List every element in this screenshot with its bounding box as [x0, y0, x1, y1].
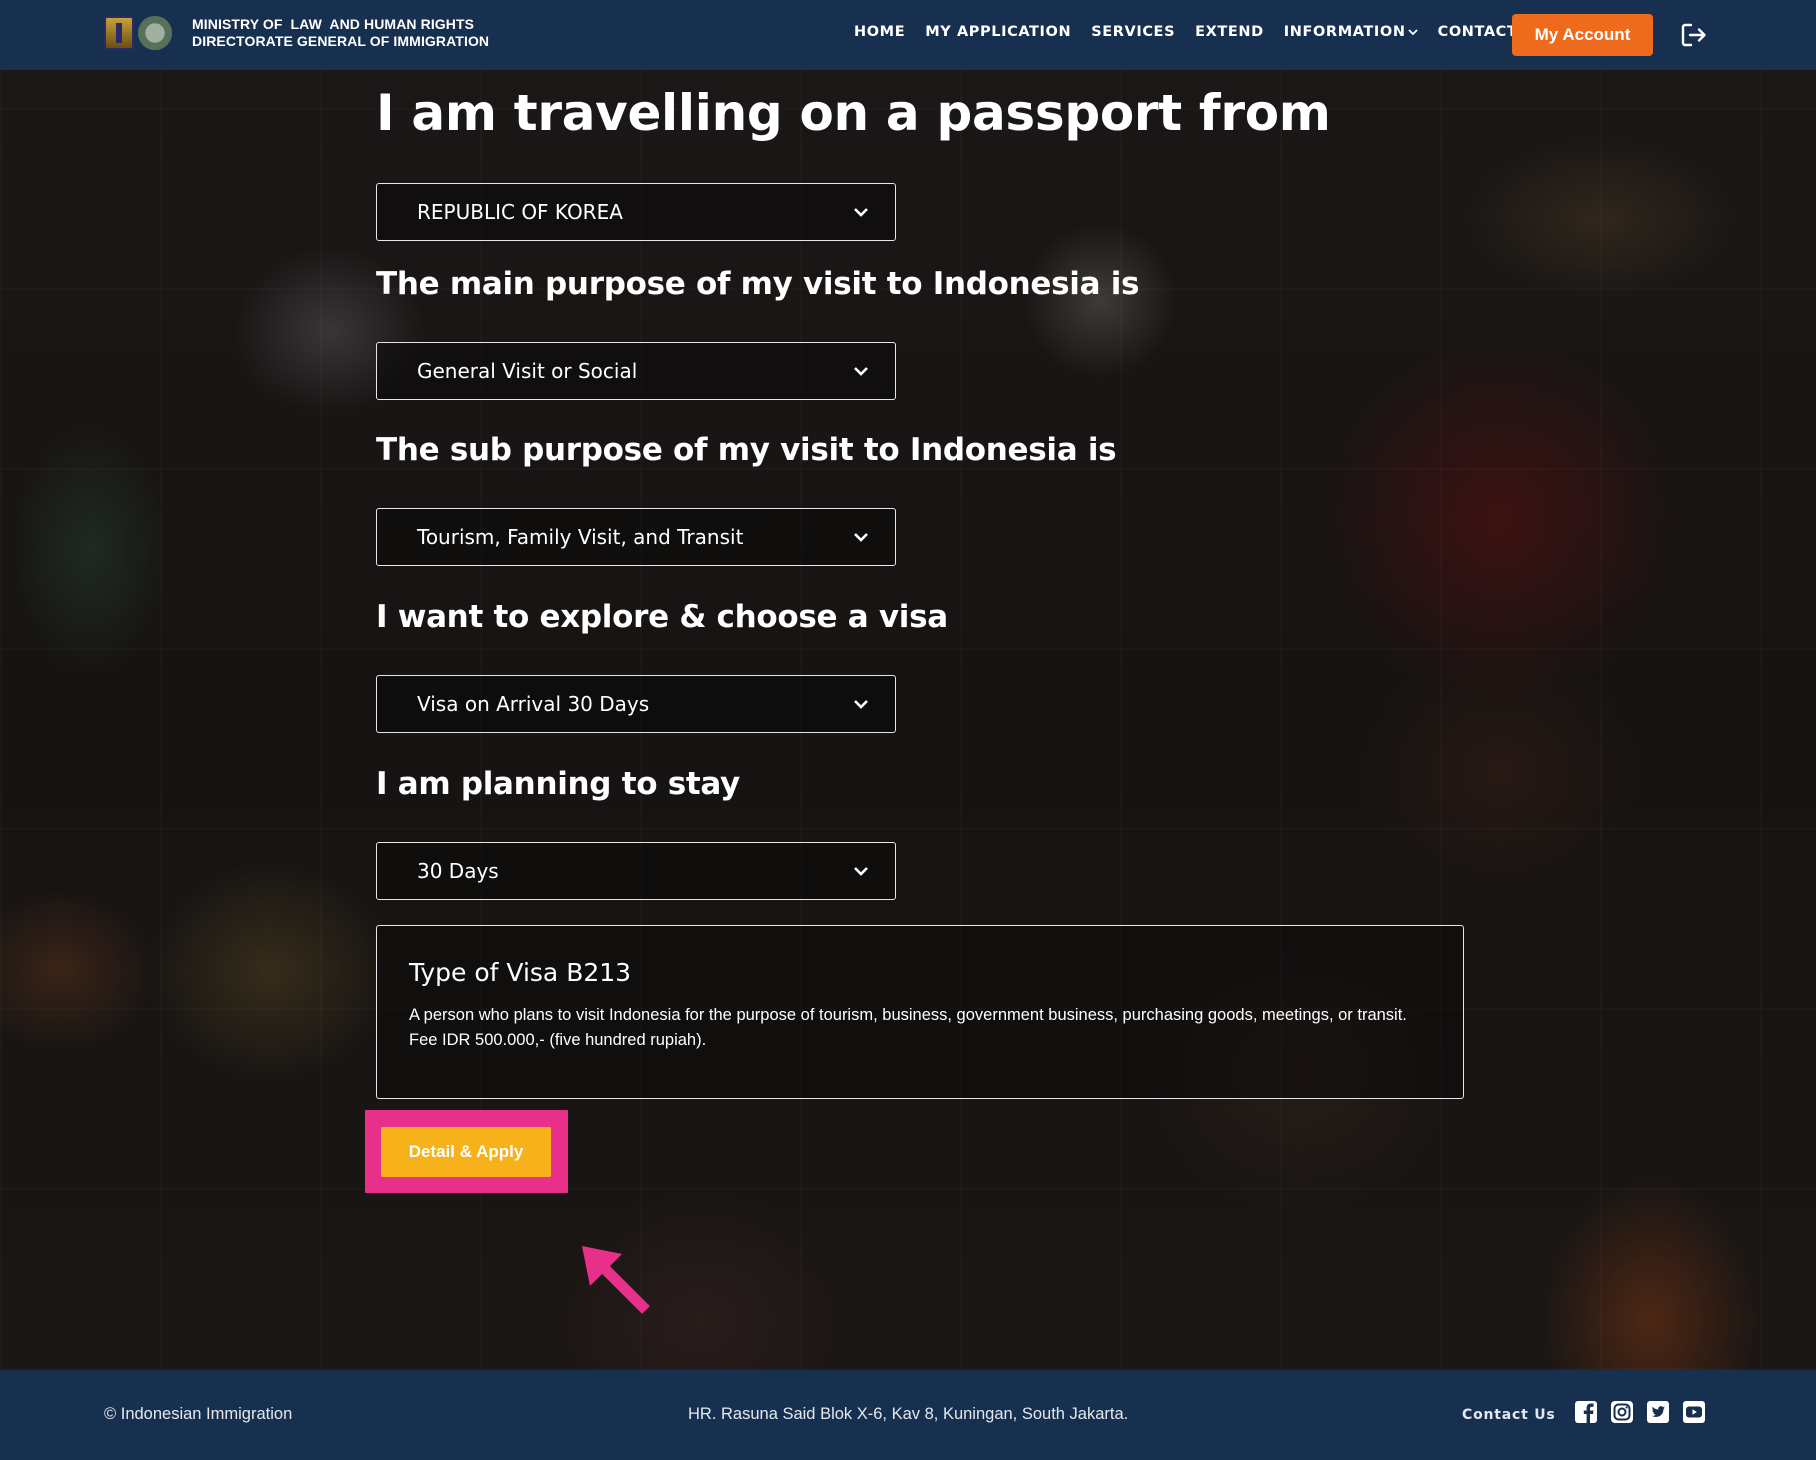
main-nav: HOME MY APPLICATION SERVICES EXTEND INFO…: [854, 24, 1546, 40]
main-purpose-select[interactable]: General Visit or Social: [376, 342, 896, 400]
passport-country-select[interactable]: REPUBLIC OF KOREA: [376, 183, 896, 241]
chevron-down-icon: [1407, 29, 1418, 36]
passport-country-value: REPUBLIC OF KOREA: [417, 200, 623, 224]
footer-contact-link[interactable]: Contact Us: [1462, 1407, 1556, 1423]
youtube-icon[interactable]: [1682, 1400, 1706, 1424]
sub-purpose-select[interactable]: Tourism, Family Visit, and Transit: [376, 508, 896, 566]
ministry-emblem-icon: [104, 16, 134, 50]
pointer-arrow-icon: [582, 1246, 650, 1314]
stay-duration-select[interactable]: 30 Days: [376, 842, 896, 900]
main-purpose-question: The main purpose of my visit to Indonesi…: [376, 266, 1140, 302]
detail-apply-button[interactable]: Detail & Apply: [381, 1127, 551, 1177]
ministry-line-2: DIRECTORATE GENERAL OF IMMIGRATION: [192, 33, 490, 49]
main-purpose-value: General Visit or Social: [417, 359, 638, 383]
chevron-down-icon: [854, 867, 868, 876]
chevron-down-icon: [854, 208, 868, 217]
footer: © Indonesian Immigration HR. Rasuna Said…: [0, 1370, 1816, 1460]
ministry-name[interactable]: MINISTRY OF LAW AND HUMAN RIGHTS DIRECTO…: [192, 16, 489, 50]
nav-my-application[interactable]: MY APPLICATION: [925, 24, 1071, 40]
ministry-line-1: MINISTRY OF LAW AND HUMAN RIGHTS: [192, 16, 475, 32]
nav-information-label: INFORMATION: [1283, 24, 1406, 40]
passport-question: I am travelling on a passport from: [376, 84, 1331, 142]
stay-duration-question: I am planning to stay: [376, 766, 740, 802]
visa-choice-question: I want to explore & choose a visa: [376, 599, 948, 635]
visa-type-value: Visa on Arrival 30 Days: [417, 692, 650, 716]
sub-purpose-question: The sub purpose of my visit to Indonesia…: [376, 432, 1117, 468]
nav-services[interactable]: SERVICES: [1091, 24, 1175, 40]
office-address: HR. Rasuna Said Blok X-6, Kav 8, Kuninga…: [688, 1405, 1129, 1423]
chevron-down-icon: [854, 367, 868, 376]
visa-type-select[interactable]: Visa on Arrival 30 Days: [376, 675, 896, 733]
logout-icon[interactable]: [1680, 21, 1708, 49]
twitter-icon[interactable]: [1646, 1400, 1670, 1424]
nav-information[interactable]: INFORMATION: [1284, 24, 1418, 40]
visa-description: A person who plans to visit Indonesia fo…: [409, 1006, 1407, 1049]
instagram-icon[interactable]: [1610, 1400, 1634, 1424]
top-navbar: MINISTRY OF LAW AND HUMAN RIGHTS DIRECTO…: [0, 0, 1816, 70]
facebook-icon[interactable]: [1574, 1400, 1598, 1424]
copyright-text: © Indonesian Immigration: [104, 1405, 293, 1423]
visa-finder-form: I am travelling on a passport from REPUB…: [0, 70, 1816, 1370]
nav-extend[interactable]: EXTEND: [1195, 24, 1264, 40]
visa-type-title: Type of Visa B213: [409, 958, 632, 987]
visa-info-card: Type of Visa B213 A person who plans to …: [376, 925, 1464, 1099]
nav-home[interactable]: HOME: [854, 24, 905, 40]
chevron-down-icon: [854, 700, 868, 709]
logo[interactable]: [104, 16, 172, 50]
immigration-seal-icon: [138, 16, 172, 50]
social-links: [1574, 1400, 1706, 1424]
sub-purpose-value: Tourism, Family Visit, and Transit: [417, 525, 744, 549]
stay-duration-value: 30 Days: [417, 859, 499, 883]
chevron-down-icon: [854, 533, 868, 542]
my-account-button[interactable]: My Account: [1512, 14, 1653, 56]
